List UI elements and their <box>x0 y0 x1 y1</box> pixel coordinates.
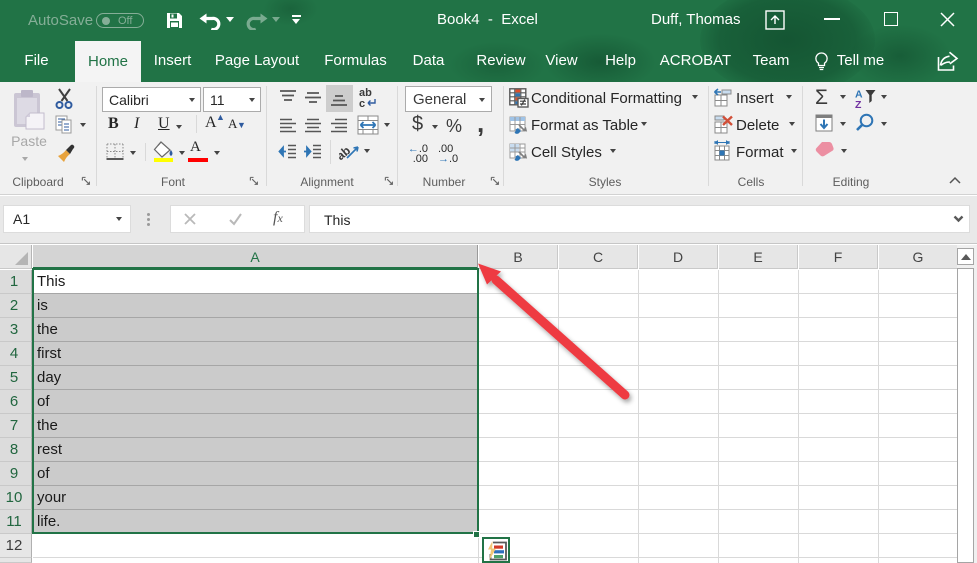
svg-text:Z: Z <box>855 99 862 108</box>
svg-text:c: c <box>359 98 365 109</box>
svg-text:ab: ab <box>339 143 353 162</box>
